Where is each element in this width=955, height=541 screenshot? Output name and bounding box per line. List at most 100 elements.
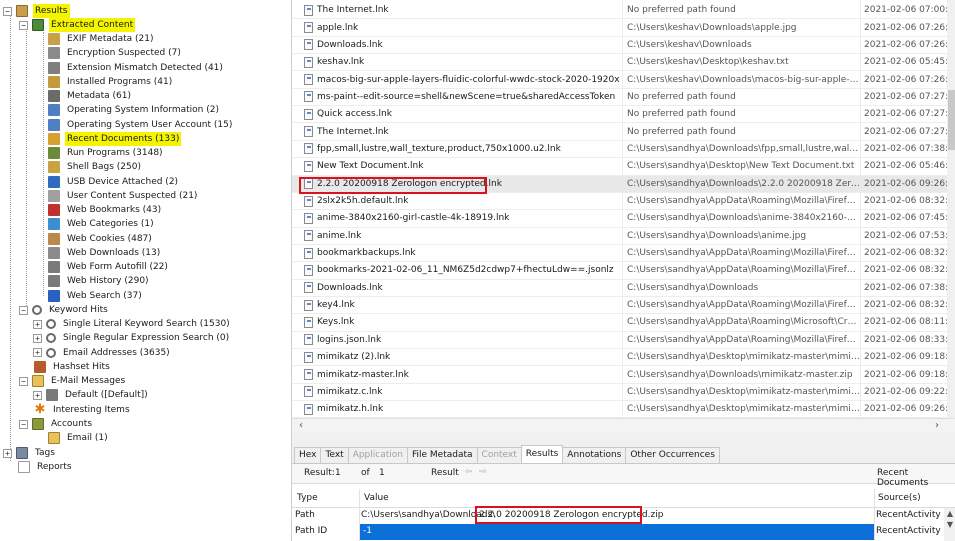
cell-path: C:\Users\keshav\Downloads\apple.jpg <box>627 22 797 33</box>
table-row[interactable]: ms-paint--edit-source=shell&newScene=tru… <box>292 89 955 107</box>
table-row[interactable]: macos-big-sur-apple-layers-fluidic-color… <box>292 71 955 89</box>
tree-node-keyword-hits[interactable]: − Keyword Hits <box>19 303 110 317</box>
collapse-toggle[interactable]: − <box>19 20 28 30</box>
tree-node-extracted-content[interactable]: − Extracted Content <box>19 18 136 32</box>
expand-toggle[interactable]: + <box>3 448 12 458</box>
tab-other-occurrences[interactable]: Other Occurrences <box>625 447 720 463</box>
results-table[interactable]: The Internet.lnk No preferred path found 2… <box>292 0 955 418</box>
table-row[interactable]: logins.json.lnk C:\Users\sandhya\AppData\… <box>292 332 955 350</box>
table-row[interactable]: anime.lnk C:\Users\sandhya\Downloads\anim… <box>292 228 955 245</box>
tree-node-artifact[interactable]: Encryption Suspected (7) <box>48 46 183 60</box>
collapse-toggle[interactable]: − <box>19 305 28 315</box>
tree-node-artifact[interactable]: Shell Bags (250) <box>48 160 143 174</box>
table-row[interactable]: apple.lnk C:\Users\keshav\Downloads\apple… <box>292 19 955 37</box>
tree-node-reports[interactable]: Reports <box>18 460 74 474</box>
tree-node-artifact[interactable]: Web History (290) <box>48 274 151 288</box>
table-row[interactable]: bookmarkbackups.lnk C:\Users\sandhya\AppD… <box>292 245 955 263</box>
tree-node-email-default[interactable]: + Default ([Default]) <box>33 388 150 402</box>
scroll-right-icon[interactable]: › <box>930 419 944 433</box>
table-row[interactable]: Downloads.lnk C:\Users\keshav\Downloads 20… <box>292 37 955 55</box>
tab-text[interactable]: Text <box>320 447 349 463</box>
tree-node-results[interactable]: − Results <box>3 4 70 18</box>
expand-toggle[interactable]: + <box>33 333 42 343</box>
tree-node-artifact[interactable]: EXIF Metadata (21) <box>48 32 156 46</box>
table-row[interactable]: key4.lnk C:\Users\sandhya\AppData\Roaming… <box>292 297 955 315</box>
tree-node-keyword-search[interactable]: + Single Regular Expression Search (0) <box>33 331 231 345</box>
cell-source-name: macos-big-sur-apple-layers-fluidic-color… <box>317 74 620 85</box>
results-tree: − Results − Extracted Content EXIF Metad… <box>0 0 291 541</box>
cell-path: C:\Users\sandhya\AppData\Roaming\Mozilla… <box>627 300 860 311</box>
cell-path: C:\Users\sandhya\AppData\Roaming\Mozilla… <box>627 334 860 345</box>
report-icon <box>18 461 30 473</box>
table-row[interactable]: New Text Document.lnk C:\Users\sandhya\De… <box>292 158 955 176</box>
tree-node-tags[interactable]: + Tags <box>3 446 57 460</box>
tree-node-artifact[interactable]: Web Downloads (13) <box>48 246 162 260</box>
collapse-toggle[interactable]: − <box>19 376 28 386</box>
tree-node-accounts-email[interactable]: Email (1) <box>48 431 110 445</box>
table-row[interactable]: fpp,small,lustre,wall_texture,product,75… <box>292 141 955 159</box>
tree-guide-line <box>26 28 27 308</box>
tree-node-accounts[interactable]: − Accounts <box>19 417 94 431</box>
tree-node-artifact[interactable]: Web Cookies (487) <box>48 232 154 246</box>
tree-node-artifact[interactable]: USB Device Attached (2) <box>48 175 180 189</box>
expand-toggle[interactable]: + <box>33 348 42 357</box>
table-row[interactable]: anime-3840x2160-girl-castle-4k-18919.lnk… <box>292 210 955 228</box>
tree-node-artifact[interactable]: Extension Mismatch Detected (41) <box>48 61 225 75</box>
tree-node-hashset-hits[interactable]: Hashset Hits <box>34 360 112 374</box>
table-row[interactable]: The Internet.lnk No preferred path found 2… <box>292 2 955 20</box>
tree-node-artifact[interactable]: Web Categories (1) <box>48 217 156 231</box>
next-result-icon[interactable]: ⇨ <box>479 467 487 477</box>
table-row[interactable]: mimikatz (2).lnk C:\Users\sandhya\Desktop… <box>292 349 955 367</box>
horizontal-scrollbar[interactable]: ‹ › <box>292 418 955 432</box>
previous-result-icon[interactable]: ⇦ <box>465 467 473 477</box>
table-row[interactable]: mimikatz-master.lnk C:\Users\sandhya\Down… <box>292 366 955 384</box>
table-row[interactable]: mimikatz.h.lnk C:\Users\sandhya\Desktop\m… <box>292 401 955 418</box>
scrollbar-thumb[interactable] <box>948 90 955 150</box>
detail-scrollbar[interactable]: ▲ ▼ <box>944 508 955 541</box>
tree-node-interesting-items[interactable]: ✱ Interesting Items <box>34 403 132 417</box>
web-categories-icon <box>48 218 60 231</box>
tree-node-artifact[interactable]: Web Search (37) <box>48 289 144 303</box>
scroll-left-icon[interactable]: ‹ <box>294 419 308 433</box>
detail-type: Path <box>295 510 315 520</box>
collapse-toggle[interactable]: − <box>19 419 28 429</box>
table-row[interactable]: bookmarks-2021-02-06_11_NM6Z5d2cdwp7+fhe… <box>292 262 955 280</box>
table-row[interactable]: Quick access.lnk No preferred path found 2… <box>292 106 955 124</box>
tree-node-artifact[interactable]: Recent Documents (133) <box>48 131 182 146</box>
tab-file-metadata[interactable]: File Metadata <box>406 447 478 463</box>
tree-node-keyword-search[interactable]: + Email Addresses (3635) <box>33 346 172 360</box>
tree-node-keyword-search[interactable]: + Single Literal Keyword Search (1530) <box>33 317 232 331</box>
table-row[interactable]: Keys.lnk C:\Users\sandhya\AppData\Roaming… <box>292 314 955 332</box>
expand-toggle[interactable]: + <box>33 390 42 400</box>
tree-node-email-messages[interactable]: − E-Mail Messages <box>19 374 127 388</box>
expand-toggle[interactable]: + <box>33 319 42 329</box>
column-header-sources[interactable]: Source(s) <box>878 493 921 503</box>
tree-label: Shell Bags (250) <box>67 162 141 173</box>
tab-hex[interactable]: Hex <box>294 447 322 463</box>
table-row[interactable]: 2slx2k5h.default.lnk C:\Users\sandhya\App… <box>292 193 955 211</box>
tab-results[interactable]: Results <box>520 445 564 463</box>
column-header-value[interactable]: Value <box>364 493 389 503</box>
tree-node-artifact[interactable]: Run Programs (3148) <box>48 146 165 160</box>
column-header-type[interactable]: Type <box>297 493 318 503</box>
tab-annotations[interactable]: Annotations <box>562 447 627 463</box>
tree-node-artifact[interactable]: User Content Suspected (21) <box>48 189 199 203</box>
tab-context[interactable]: Context <box>476 447 522 463</box>
table-row[interactable]: Downloads.lnk C:\Users\sandhya\Downloads 2… <box>292 280 955 297</box>
detail-row-path-id[interactable]: Path ID -1 RecentActivity <box>292 524 955 540</box>
tree-node-artifact[interactable]: Metadata (61) <box>48 89 133 103</box>
tree-node-artifact[interactable]: Web Form Autofill (22) <box>48 260 170 274</box>
table-row[interactable]: keshav.lnk C:\Users\keshav\Desktop\keshav… <box>292 54 955 72</box>
cell-date: 2021-02-06 08:32:56 <box>864 300 955 311</box>
splitter[interactable] <box>292 432 955 446</box>
tree-node-artifact[interactable]: Operating System Information (2) <box>48 103 221 117</box>
table-row[interactable]: The Internet.lnk No preferred path found 2… <box>292 123 955 141</box>
tab-application[interactable]: Application <box>347 447 408 463</box>
tree-node-artifact[interactable]: Installed Programs (41) <box>48 75 174 89</box>
collapse-toggle[interactable]: − <box>3 6 12 16</box>
vertical-scrollbar[interactable] <box>947 0 955 418</box>
table-row[interactable]: mimikatz.c.lnk C:\Users\sandhya\Desktop\m… <box>292 384 955 402</box>
tree-node-artifact[interactable]: Operating System User Account (15) <box>48 118 234 132</box>
selected-cell <box>360 524 874 540</box>
tree-node-artifact[interactable]: Web Bookmarks (43) <box>48 203 163 217</box>
